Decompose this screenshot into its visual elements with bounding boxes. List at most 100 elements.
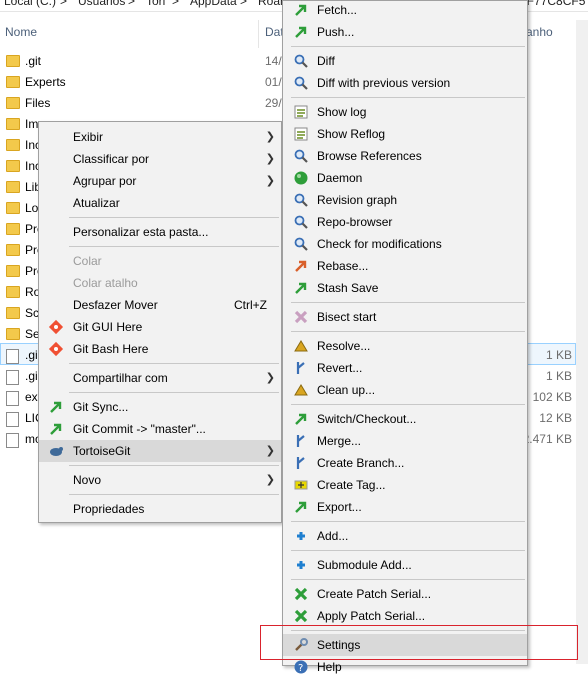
breadcrumb-item[interactable]: AppData	[190, 0, 237, 8]
menu-separator	[69, 494, 279, 495]
tortoisegit-item-help[interactable]: ? Help	[283, 656, 527, 678]
tortoisegit-item-clean-up[interactable]: Clean up...	[283, 379, 527, 401]
file-name[interactable]: Files	[25, 93, 50, 114]
breadcrumb-item[interactable]: Usuarios	[78, 0, 125, 8]
context-menu-item-exibir[interactable]: Exibir ❯	[39, 126, 281, 148]
menu-separator	[291, 630, 525, 631]
tortoisegit-item-show-reflog[interactable]: Show Reflog	[283, 123, 527, 145]
context-menu-item-git-commit-master[interactable]: Git Commit -> "master"...	[39, 418, 281, 440]
column-divider[interactable]	[258, 20, 259, 48]
create-branch-icon	[293, 455, 309, 471]
file-name[interactable]: .gi	[25, 366, 38, 387]
settings-icon	[293, 637, 309, 653]
menu-item-label: Merge...	[317, 434, 362, 448]
tortoisegit-item-revision-graph[interactable]: Revision graph	[283, 189, 527, 211]
folder-icon	[6, 118, 20, 130]
revision-graph-icon	[293, 192, 309, 208]
log-icon	[293, 104, 309, 120]
context-menu-item-tortoisegit[interactable]: TortoiseGit ❯	[39, 440, 281, 462]
tortoisegit-item-rebase[interactable]: Rebase...	[283, 255, 527, 277]
file-date: 29/	[265, 96, 282, 110]
file-name[interactable]: Sc	[25, 303, 39, 324]
file-name[interactable]: Lo	[25, 198, 38, 219]
folder-icon	[6, 223, 20, 235]
tortoisegit-item-browse-references[interactable]: Browse References	[283, 145, 527, 167]
menu-separator	[291, 579, 525, 580]
menu-item-label: Create Patch Serial...	[317, 587, 432, 601]
context-menu-item-desfazer-mover[interactable]: Desfazer Mover Ctrl+Z	[39, 294, 281, 316]
tortoisegit-item-apply-patch-serial[interactable]: Apply Patch Serial...	[283, 605, 527, 627]
revert-icon	[293, 360, 309, 376]
tortoisegit-item-create-branch[interactable]: Create Branch...	[283, 452, 527, 474]
folder-icon	[6, 55, 20, 67]
tortoisegit-item-stash-save[interactable]: Stash Save	[283, 277, 527, 299]
menu-item-label: Create Branch...	[317, 456, 405, 470]
chevron-right-icon: ❯	[265, 474, 275, 486]
menu-item-label: Browse References	[317, 149, 422, 163]
file-date: 01/	[265, 75, 282, 89]
help-icon: ?	[293, 659, 309, 675]
context-menu-item-compartilhar-com[interactable]: Compartilhar com ❯	[39, 367, 281, 389]
merge-icon	[293, 433, 309, 449]
context-menu-item-git-gui-here[interactable]: Git GUI Here	[39, 316, 281, 338]
column-header-date[interactable]: Dat	[265, 20, 284, 44]
menu-item-label: Compartilhar com	[73, 371, 168, 385]
file-name[interactable]: .git	[25, 51, 41, 72]
breadcrumb-item[interactable]: Tori	[146, 0, 165, 8]
folder-icon	[6, 265, 20, 277]
tortoisegit-item-daemon[interactable]: Daemon	[283, 167, 527, 189]
menu-item-label: Show log	[317, 105, 367, 119]
tortoisegit-item-submodule-add[interactable]: Submodule Add...	[283, 554, 527, 576]
tortoisegit-item-export[interactable]: Export...	[283, 496, 527, 518]
tortoisegit-item-create-patch-serial[interactable]: Create Patch Serial...	[283, 583, 527, 605]
tortoisegit-item-push[interactable]: Push...	[283, 21, 527, 43]
context-menu-item-atualizar[interactable]: Atualizar	[39, 192, 281, 214]
breadcrumb-item[interactable]: #F77C8CF5	[520, 0, 585, 8]
tortoisegit-item-check-for-modifications[interactable]: Check for modifications	[283, 233, 527, 255]
menu-item-label: Git Sync...	[73, 400, 129, 414]
menu-item-label: Submodule Add...	[317, 558, 412, 572]
tortoisegit-item-diff[interactable]: Diff	[283, 50, 527, 72]
context-menu-item-classificar-por[interactable]: Classificar por ❯	[39, 148, 281, 170]
menu-item-label: Fetch...	[317, 3, 358, 17]
column-header-size[interactable]: anho	[526, 20, 553, 44]
vertical-scrollbar[interactable]	[576, 20, 588, 664]
context-menu-item-personalizar-esta-pasta[interactable]: Personalizar esta pasta...	[39, 221, 281, 243]
menu-item-label: Show Reflog	[317, 127, 386, 141]
context-menu-item-git-bash-here[interactable]: Git Bash Here	[39, 338, 281, 360]
context-menu-item-novo[interactable]: Novo ❯	[39, 469, 281, 491]
tortoisegit-item-fetch[interactable]: Fetch...	[283, 0, 527, 21]
tortoisegit-item-diff-with-previous-version[interactable]: Diff with previous version	[283, 72, 527, 94]
context-menu-item-colar[interactable]: Colar	[39, 250, 281, 272]
tortoisegit-item-add[interactable]: Add...	[283, 525, 527, 547]
context-menu-item-git-sync[interactable]: Git Sync...	[39, 396, 281, 418]
tortoisegit-item-repo-browser[interactable]: Repo-browser	[283, 211, 527, 233]
file-name[interactable]: .gi	[25, 345, 38, 366]
tortoisegit-item-create-tag[interactable]: Create Tag...	[283, 474, 527, 496]
menu-item-label: Git GUI Here	[73, 320, 143, 334]
menu-item-label: Git Commit -> "master"...	[73, 422, 206, 436]
tortoisegit-item-revert[interactable]: Revert...	[283, 357, 527, 379]
breadcrumb-item[interactable]: Local (C:)	[4, 0, 56, 8]
column-header-name[interactable]: Nome	[5, 20, 37, 44]
context-menu-item-agrupar-por[interactable]: Agrupar por ❯	[39, 170, 281, 192]
tortoisegit-icon	[48, 443, 64, 459]
context-menu-item-colar-atalho[interactable]: Colar atalho	[39, 272, 281, 294]
tortoisegit-item-settings[interactable]: Settings	[283, 634, 527, 656]
tortoisegit-item-bisect-start[interactable]: Bisect start	[283, 306, 527, 328]
apply-patch-icon	[293, 608, 309, 624]
menu-item-label: Revert...	[317, 361, 363, 375]
tortoisegit-item-resolve[interactable]: Resolve...	[283, 335, 527, 357]
folder-icon	[6, 139, 20, 151]
tortoisegit-item-show-log[interactable]: Show log	[283, 101, 527, 123]
tortoisegit-item-switch-checkout[interactable]: Switch/Checkout...	[283, 408, 527, 430]
file-name[interactable]: Im	[25, 114, 38, 135]
menu-item-label: Settings	[317, 638, 361, 652]
menu-item-label: Diff with previous version	[317, 76, 451, 90]
context-menu-item-propriedades[interactable]: Propriedades	[39, 498, 281, 520]
menu-separator	[291, 550, 525, 551]
menu-item-label: Bisect start	[317, 310, 377, 324]
file-name[interactable]: Experts	[25, 72, 66, 93]
chevron-right-icon: ❯	[265, 153, 275, 165]
tortoisegit-item-merge[interactable]: Merge...	[283, 430, 527, 452]
